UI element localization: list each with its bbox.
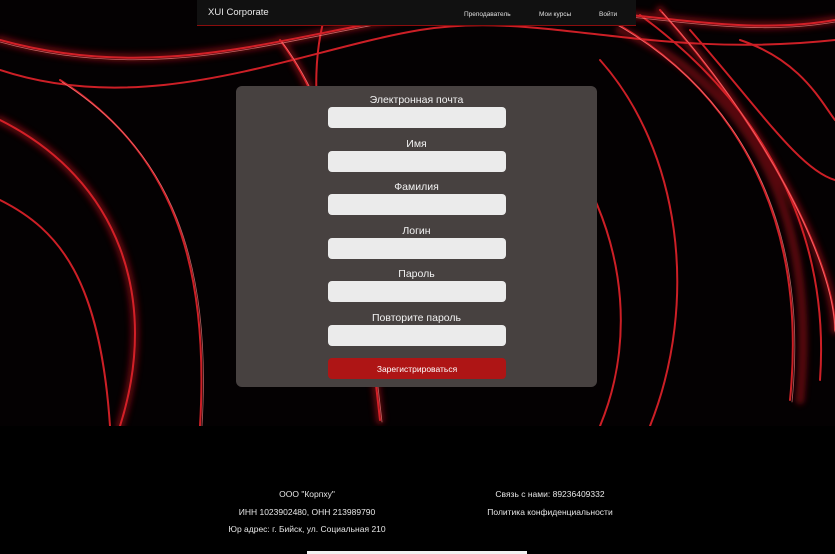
- footer-tax-ids: ИНН 1023902480, ОНН 213989790: [238, 507, 376, 517]
- repeat-password-label: Повторите пароль: [372, 312, 461, 324]
- top-navbar: XUI Corporate Преподаватель Мои курсы Во…: [197, 0, 636, 26]
- login-field[interactable]: [328, 238, 506, 259]
- footer-company-name: ООО "Корпху": [279, 489, 335, 499]
- first-name-label: Имя: [406, 138, 427, 150]
- repeat-password-field[interactable]: [328, 325, 506, 346]
- nav-link-teacher[interactable]: Преподаватель: [464, 11, 511, 18]
- login-label: Логин: [402, 225, 431, 237]
- register-button[interactable]: Зарегистрироваться: [328, 358, 506, 379]
- email-label: Электронная почта: [369, 94, 464, 106]
- nav-link-my-courses[interactable]: Мои курсы: [539, 11, 571, 18]
- email-field[interactable]: [328, 107, 506, 128]
- first-name-field[interactable]: [328, 151, 506, 172]
- password-field[interactable]: [328, 281, 506, 302]
- footer-legal-address: Юр адрес: г. Бийск, ул. Социальная 210: [228, 524, 386, 534]
- last-name-field[interactable]: [328, 194, 506, 215]
- brand-logo-text[interactable]: XUI Corporate: [208, 7, 269, 18]
- footer-privacy-policy-link[interactable]: Политика конфиденциальности: [487, 507, 612, 517]
- footer-contact-phone[interactable]: Связь с нами: 89236409332: [495, 489, 604, 499]
- nav-link-login[interactable]: Войти: [599, 11, 617, 18]
- last-name-label: Фамилия: [394, 181, 439, 193]
- registration-form: Электронная почта Имя Фамилия Логин Паро…: [236, 86, 597, 387]
- password-label: Пароль: [398, 268, 435, 280]
